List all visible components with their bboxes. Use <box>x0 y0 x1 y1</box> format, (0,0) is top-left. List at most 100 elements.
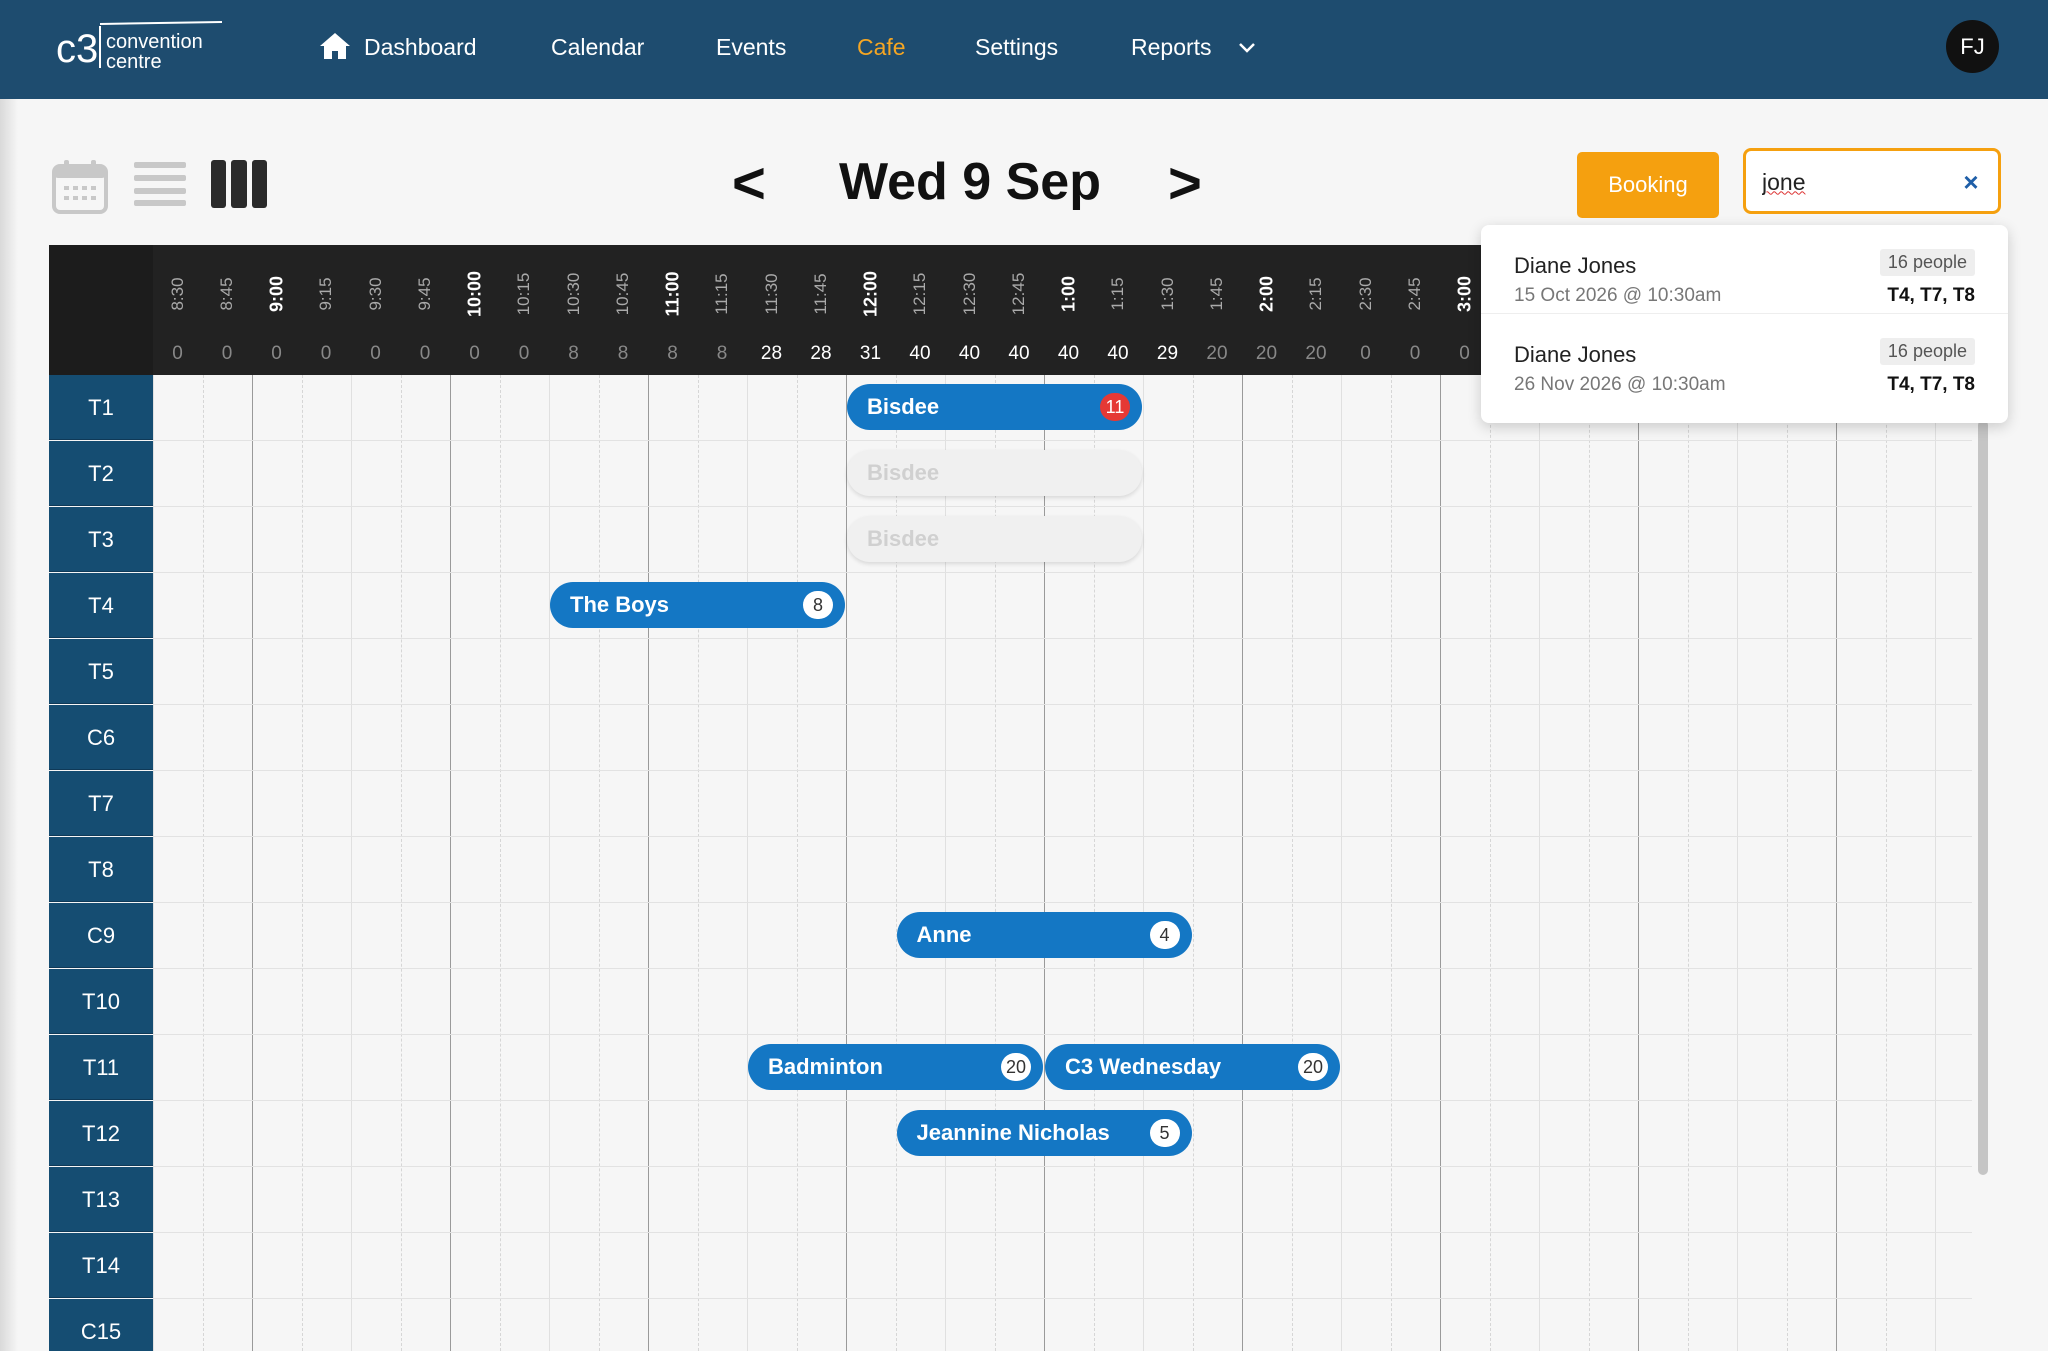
clear-search-icon[interactable]: × <box>1958 169 1984 195</box>
slot-cover-count: 0 <box>1409 343 1421 364</box>
grid-scrollbar[interactable] <box>1978 420 1988 1175</box>
booking-block[interactable]: Jeannine Nicholas 5 <box>896 1110 1192 1156</box>
booking-block[interactable]: Bisdee 11 <box>847 384 1142 430</box>
result-tables: T4, T7, T8 <box>1887 374 1975 395</box>
result-name: Diane Jones <box>1514 342 1637 367</box>
search-result-item[interactable]: Diane Jones 26 Nov 2026 @ 10:30am 16 peo… <box>1481 313 2008 401</box>
slot-cover-count: 0 <box>419 343 431 364</box>
row-divider <box>153 1166 1972 1167</box>
grid-line <box>202 375 204 1351</box>
time-slot-text: 1:00 <box>1058 275 1078 313</box>
table-row-label[interactable]: T4 <box>49 573 153 638</box>
time-slot-label: 12:00 <box>846 259 895 329</box>
grid-line <box>1638 375 1639 1351</box>
table-row-label[interactable]: T13 <box>49 1167 153 1232</box>
table-row-label[interactable]: T12 <box>49 1101 153 1166</box>
booking-count-badge: 20 <box>1298 1053 1328 1081</box>
table-row-label[interactable]: T14 <box>49 1233 153 1298</box>
booking-block[interactable]: The Boys 8 <box>550 582 845 628</box>
table-row-label[interactable]: T10 <box>49 969 153 1034</box>
prev-day-button[interactable]: < <box>732 148 766 220</box>
time-slot-label: 2:00 <box>1242 259 1291 329</box>
time-slot-text: 8:45 <box>217 277 236 311</box>
linked-booking-block[interactable]: Bisdee <box>847 516 1142 562</box>
table-row-label[interactable]: C9 <box>49 903 153 968</box>
booking-block[interactable]: C3 Wednesday 20 <box>1045 1044 1340 1090</box>
list-view-icon[interactable] <box>134 162 186 206</box>
table-row-label[interactable]: T2 <box>49 441 153 506</box>
c3-logo[interactable]: c3 convention centre <box>56 18 226 74</box>
column-view-icon[interactable] <box>211 160 267 208</box>
time-slot-label: 1:00 <box>1044 259 1093 329</box>
slot-cover-count: 8 <box>617 343 629 364</box>
table-row-label[interactable]: C15 <box>49 1299 153 1351</box>
booking-block[interactable]: Badminton 20 <box>748 1044 1043 1090</box>
slot-cover-count: 40 <box>1057 343 1080 364</box>
new-booking-button[interactable]: Booking <box>1577 152 1719 218</box>
table-row-label[interactable]: T5 <box>49 639 153 704</box>
logo-mark: c3 <box>56 27 98 71</box>
chevron-down-icon[interactable] <box>1236 36 1258 58</box>
user-avatar[interactable]: FJ <box>1946 20 1999 73</box>
table-row-label[interactable]: T3 <box>49 507 153 572</box>
table-row-label[interactable]: T8 <box>49 837 153 902</box>
nav-events[interactable]: Events <box>716 30 786 64</box>
time-slot-label: 10:45 <box>599 259 648 329</box>
top-navbar: c3 convention centre Dashboard Calendar … <box>0 0 2048 99</box>
time-slot-text: 9:15 <box>316 277 335 311</box>
slot-cover-count: 8 <box>716 343 728 364</box>
grid-line <box>1836 375 1837 1351</box>
table-row-label[interactable]: T7 <box>49 771 153 836</box>
time-slot-label: 11:30 <box>747 259 796 329</box>
table-row-label[interactable]: T11 <box>49 1035 153 1100</box>
linked-booking-block[interactable]: Bisdee <box>847 450 1142 496</box>
time-slot-text: 9:30 <box>365 277 385 311</box>
booking-count-badge: 8 <box>803 591 833 619</box>
grid-line <box>1687 375 1689 1351</box>
booking-count-badge: 11 <box>1100 393 1130 421</box>
grid-line <box>648 375 649 1351</box>
time-slot-text: 9:45 <box>415 277 434 311</box>
slot-cover-count: 0 <box>221 343 233 364</box>
next-day-button[interactable]: > <box>1168 148 1202 220</box>
nav-cafe[interactable]: Cafe <box>857 30 906 64</box>
result-people-badge: 16 people <box>1879 338 1975 365</box>
time-slot-label: 1:45 <box>1193 259 1242 329</box>
booking-count-badge: 5 <box>1149 1119 1180 1147</box>
month-calendar-icon[interactable] <box>52 158 108 214</box>
table-row-label[interactable]: C6 <box>49 705 153 770</box>
time-slot-label: 1:15 <box>1094 259 1143 329</box>
slot-cover-count: 40 <box>909 343 931 364</box>
result-tables: T4, T7, T8 <box>1887 285 1975 306</box>
time-slot-text: 11:30 <box>761 273 781 315</box>
grid-line <box>153 375 154 1351</box>
nav-dashboard[interactable]: Dashboard <box>364 30 477 64</box>
home-icon[interactable] <box>318 31 352 61</box>
grid-line <box>846 375 847 1351</box>
time-slot-label: 8:30 <box>153 259 202 329</box>
nav-reports[interactable]: Reports <box>1131 30 1212 64</box>
slot-cover-count: 0 <box>172 343 183 364</box>
slot-cover-count: 0 <box>518 343 530 364</box>
row-divider <box>153 1034 1972 1035</box>
nav-calendar[interactable]: Calendar <box>551 30 644 64</box>
grid-line <box>1341 375 1342 1351</box>
time-slot-text: 11:45 <box>811 273 830 315</box>
grid-line <box>1786 375 1788 1351</box>
booking-block[interactable]: Anne 4 <box>896 912 1192 958</box>
time-slot-label: 11:00 <box>648 259 697 329</box>
time-slot-text: 8:30 <box>167 277 187 311</box>
search-result-item[interactable]: Diane Jones 15 Oct 2026 @ 10:30am 16 peo… <box>1481 225 2008 313</box>
time-slot-text: 2:15 <box>1306 277 1325 311</box>
nav-settings[interactable]: Settings <box>975 30 1058 64</box>
result-name: Diane Jones <box>1514 253 1637 278</box>
row-divider <box>153 506 1972 507</box>
row-divider <box>153 704 1972 705</box>
slot-cover-count: 40 <box>1107 343 1129 364</box>
time-slot-text: 2:45 <box>1405 277 1424 311</box>
row-divider <box>153 1298 1972 1299</box>
search-input[interactable] <box>1762 165 1952 199</box>
booking-count-badge: 20 <box>1001 1053 1031 1081</box>
result-date: 26 Nov 2026 @ 10:30am <box>1514 374 1726 395</box>
table-row-label[interactable]: T1 <box>49 375 153 440</box>
